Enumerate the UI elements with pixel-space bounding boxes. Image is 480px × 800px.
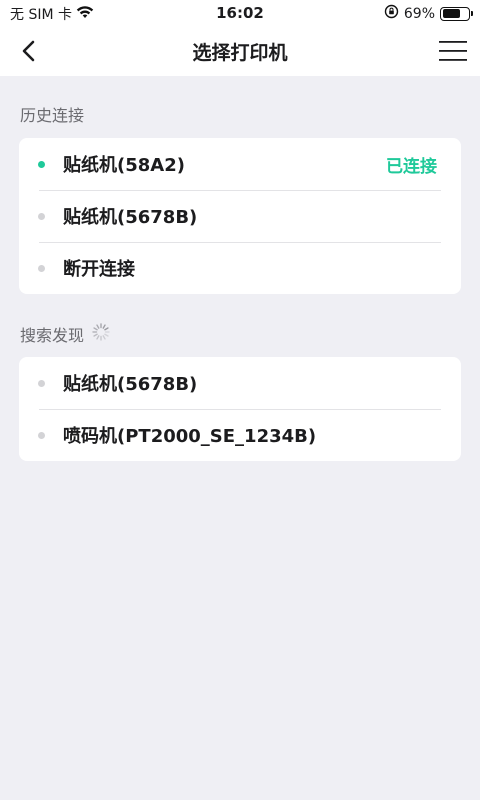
status-dot-active	[38, 161, 45, 168]
connected-status: 已连接	[386, 156, 437, 177]
history-item[interactable]: 贴纸机(58A2) 已连接	[19, 138, 461, 190]
status-dot	[38, 213, 45, 220]
search-title-label: 搜索发现	[20, 326, 85, 345]
back-button[interactable]	[14, 36, 44, 66]
status-dot	[38, 265, 45, 272]
chevron-left-icon	[22, 40, 35, 62]
printer-name: 贴纸机(5678B)	[63, 207, 198, 228]
disconnect-item[interactable]: 断开连接	[19, 242, 461, 294]
status-right: 69%	[384, 4, 473, 23]
spinner-tick	[102, 335, 106, 340]
history-item[interactable]: 贴纸机(5678B)	[19, 190, 461, 242]
hamburger-menu-icon	[439, 41, 467, 61]
status-dot	[38, 380, 45, 387]
printer-name: 贴纸机(58A2)	[63, 155, 185, 176]
spinner-tick	[102, 324, 106, 329]
spinner-tick	[93, 327, 98, 331]
search-card: 贴纸机(5678B) 喷码机(PT2000_SE_1234B)	[19, 357, 461, 461]
battery-icon	[440, 6, 473, 21]
spinner-tick	[96, 335, 100, 340]
status-bar: 无 SIM 卡 16:02 69%	[0, 0, 480, 26]
battery-percent: 69%	[403, 5, 435, 22]
spinner-tick	[104, 333, 109, 337]
loading-spinner-icon	[92, 323, 110, 345]
spinner-tick	[104, 327, 109, 331]
history-section-title: 历史连接	[20, 102, 84, 126]
history-title-label: 历史连接	[20, 106, 85, 125]
printer-name: 喷码机(PT2000_SE_1234B)	[63, 426, 317, 447]
discovered-printer-item[interactable]: 喷码机(PT2000_SE_1234B)	[19, 409, 461, 461]
spinner-tick	[96, 324, 100, 329]
disconnect-label: 断开连接	[63, 259, 135, 280]
search-section-title: 搜索发现	[20, 322, 110, 346]
spinner-tick	[93, 333, 98, 337]
orientation-lock-icon	[384, 4, 399, 23]
menu-button[interactable]	[438, 38, 468, 64]
page-title: 选择打印机	[192, 42, 288, 64]
discovered-printer-item[interactable]: 贴纸机(5678B)	[19, 357, 461, 409]
battery-fill	[442, 9, 460, 18]
nav-bar: 选择打印机	[0, 26, 480, 76]
printer-name: 贴纸机(5678B)	[63, 374, 198, 395]
history-card: 贴纸机(58A2) 已连接 贴纸机(5678B) 断开连接	[19, 138, 461, 294]
status-dot	[38, 432, 45, 439]
